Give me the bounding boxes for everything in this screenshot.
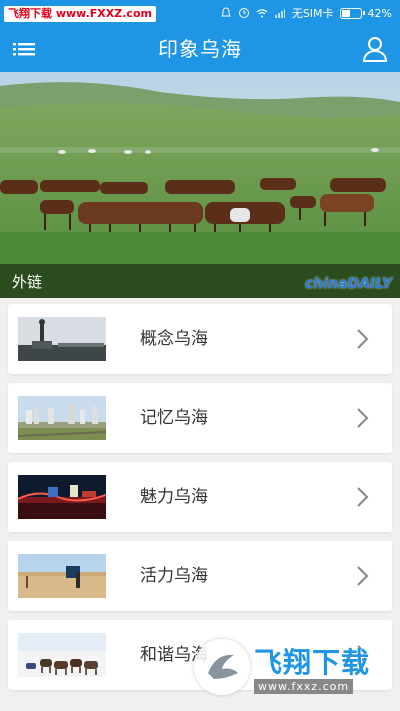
chevron-right-icon <box>357 408 369 428</box>
banner-caption-bar: 外链 chinaDAILY <box>0 264 400 298</box>
chevron-right-icon <box>357 487 369 507</box>
chevron-right-icon <box>357 566 369 586</box>
thumb-city <box>18 396 106 440</box>
status-icons: 无SIM卡 42% <box>220 5 392 21</box>
banner-carousel[interactable]: 外链 chinaDAILY <box>0 72 400 298</box>
battery-text: 42% <box>367 6 392 20</box>
list-item-vitality[interactable]: 活力乌海 <box>8 541 392 611</box>
banner-caption: 外链 <box>12 273 43 291</box>
chevron-right-icon <box>357 329 369 349</box>
watermark-top: 飞翔下载 www.FXXZ.com <box>4 6 156 22</box>
signal-icon <box>274 9 285 18</box>
list-item-charm[interactable]: 魅力乌海 <box>8 462 392 532</box>
bird-icon <box>208 654 238 679</box>
status-bar: 飞翔下载 www.FXXZ.com 无SIM卡 42% <box>0 0 400 26</box>
bell-icon <box>221 7 231 17</box>
watermark-url: www.fxxz.com <box>254 679 354 694</box>
watermark-brand: 飞翔下载 <box>254 646 371 679</box>
battery-icon <box>339 7 365 19</box>
watermark-logo <box>194 639 250 695</box>
list-item-memory[interactable]: 记忆乌海 <box>8 383 392 453</box>
list-item-concept[interactable]: 概念乌海 <box>8 304 392 374</box>
watermark-bottom: 飞翔下载 www.fxxz.com <box>194 637 394 703</box>
china-daily-logo: chinaDAILY <box>304 276 392 292</box>
alarm-icon <box>238 8 249 18</box>
thumb-horses <box>18 633 106 677</box>
carrier-text: 无SIM卡 <box>291 7 334 20</box>
wifi-icon <box>256 9 268 18</box>
list-item-label: 魅力乌海 <box>140 487 208 507</box>
list-item-label: 活力乌海 <box>140 566 208 586</box>
thumb-monument <box>18 317 106 361</box>
page-title: 印象乌海 <box>158 37 242 61</box>
app-header: 印象乌海 <box>0 26 400 72</box>
list-item-label: 概念乌海 <box>140 329 208 349</box>
thumb-night <box>18 475 106 519</box>
user-icon[interactable] <box>362 35 388 63</box>
list-item-label: 记忆乌海 <box>140 408 208 428</box>
thumb-desert <box>18 554 106 598</box>
